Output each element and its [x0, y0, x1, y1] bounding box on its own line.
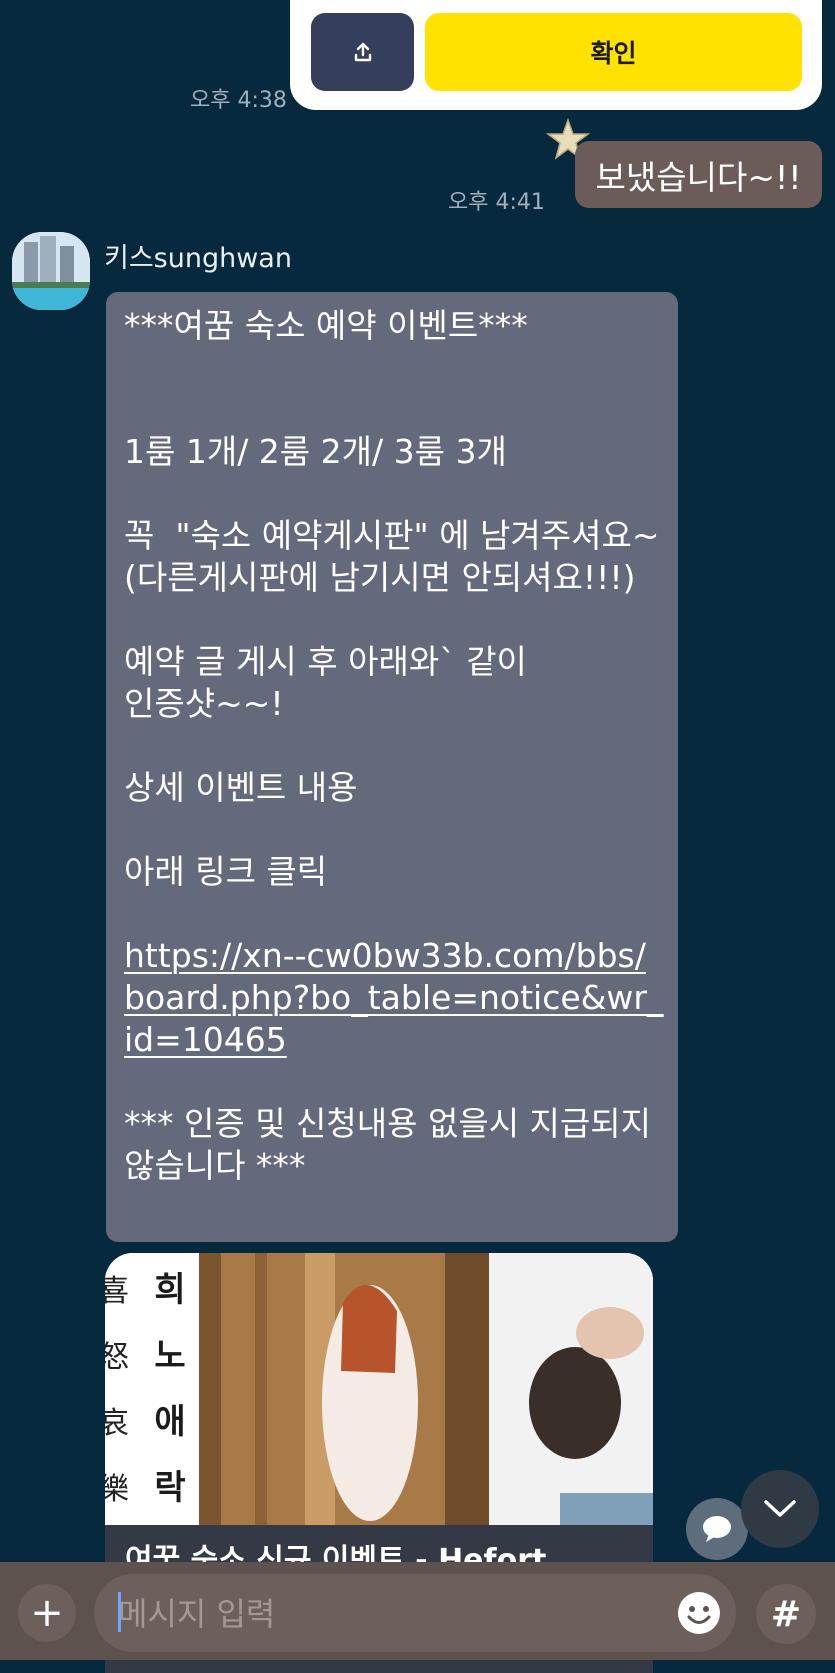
hanja-char: 樂: [105, 1472, 129, 1507]
attach-button[interactable]: +: [18, 1584, 76, 1642]
message-line: [124, 725, 664, 767]
message-line: ***여꿈 숙소 예약 이벤트***: [124, 306, 528, 345]
text-caret: [118, 1592, 121, 1632]
side-hanja: 喜 怒 哀 樂: [105, 1253, 135, 1525]
message-input[interactable]: [116, 1574, 640, 1654]
reply-button[interactable]: [686, 1498, 748, 1560]
message-link[interactable]: https://xn--cw0bw33b.com/bbs/board.php?b…: [124, 935, 664, 1061]
message-line: 꼭 "숙소 예약게시판" 에 남겨주셔요~: [124, 516, 660, 555]
message-time: 오후 4:41: [448, 190, 545, 215]
vertical-char: 락: [154, 1468, 186, 1508]
sender-name: 키스sunghwan: [104, 243, 292, 274]
message-input-box[interactable]: [94, 1574, 736, 1654]
message-line: [124, 1061, 664, 1103]
reply-icon: [703, 1516, 731, 1542]
message-line: [124, 893, 664, 935]
message-line: 예약 글 게시 후 아래와` 같이: [124, 642, 527, 681]
message-line: [124, 389, 664, 431]
chevron-down-icon: [764, 1500, 796, 1517]
confirm-button[interactable]: 확인: [425, 13, 802, 91]
message-line: [124, 347, 664, 389]
message-body: ***여꿈 숙소 예약 이벤트*** 1룸 1개/ 2룸 2개/ 3룸 3개 꼭…: [124, 305, 664, 1187]
message-line: 인증샷~~!: [124, 684, 284, 723]
hanja-char: 喜: [105, 1274, 129, 1309]
hanja-text: 喜 怒 哀 樂: [105, 1259, 129, 1523]
sent-message-bubble[interactable]: 보냈습니다~!!: [575, 141, 822, 208]
share-button[interactable]: [311, 13, 414, 91]
hashtag-button[interactable]: #: [756, 1584, 816, 1644]
hanja-char: 怒: [105, 1340, 129, 1375]
message-footer: *** 인증 및 신청내용 없을시 지급되지 않습니다 ***: [124, 1104, 662, 1185]
message-time: 오후 4:38: [190, 88, 287, 113]
korean-vertical-text: 희 노 애 락: [145, 1257, 195, 1521]
plus-icon: +: [30, 1590, 64, 1636]
message-line: [124, 599, 664, 641]
share-icon: [354, 42, 371, 62]
emoji-icon[interactable]: [676, 1590, 722, 1636]
message-line: [124, 473, 664, 515]
scroll-down-button[interactable]: [741, 1470, 819, 1548]
avatar-image: [12, 232, 90, 310]
hanja-char: 哀: [105, 1406, 129, 1441]
message-line: [124, 809, 664, 851]
vertical-char: 희: [154, 1270, 186, 1310]
message-line: 아래 링크 클릭: [124, 852, 328, 891]
avatar[interactable]: [12, 232, 90, 310]
hashtag-icon: #: [770, 1593, 802, 1635]
vertical-char: 노: [154, 1336, 186, 1376]
vertical-char: 애: [154, 1402, 186, 1442]
message-line: (다른게시판에 남기시면 안되셔요!!!): [124, 558, 636, 597]
sent-message-text: 보냈습니다~!!: [595, 157, 802, 197]
message-line: 1룸 1개/ 2룸 2개/ 3룸 3개: [124, 432, 507, 471]
message-line: 상세 이벤트 내용: [124, 768, 358, 807]
